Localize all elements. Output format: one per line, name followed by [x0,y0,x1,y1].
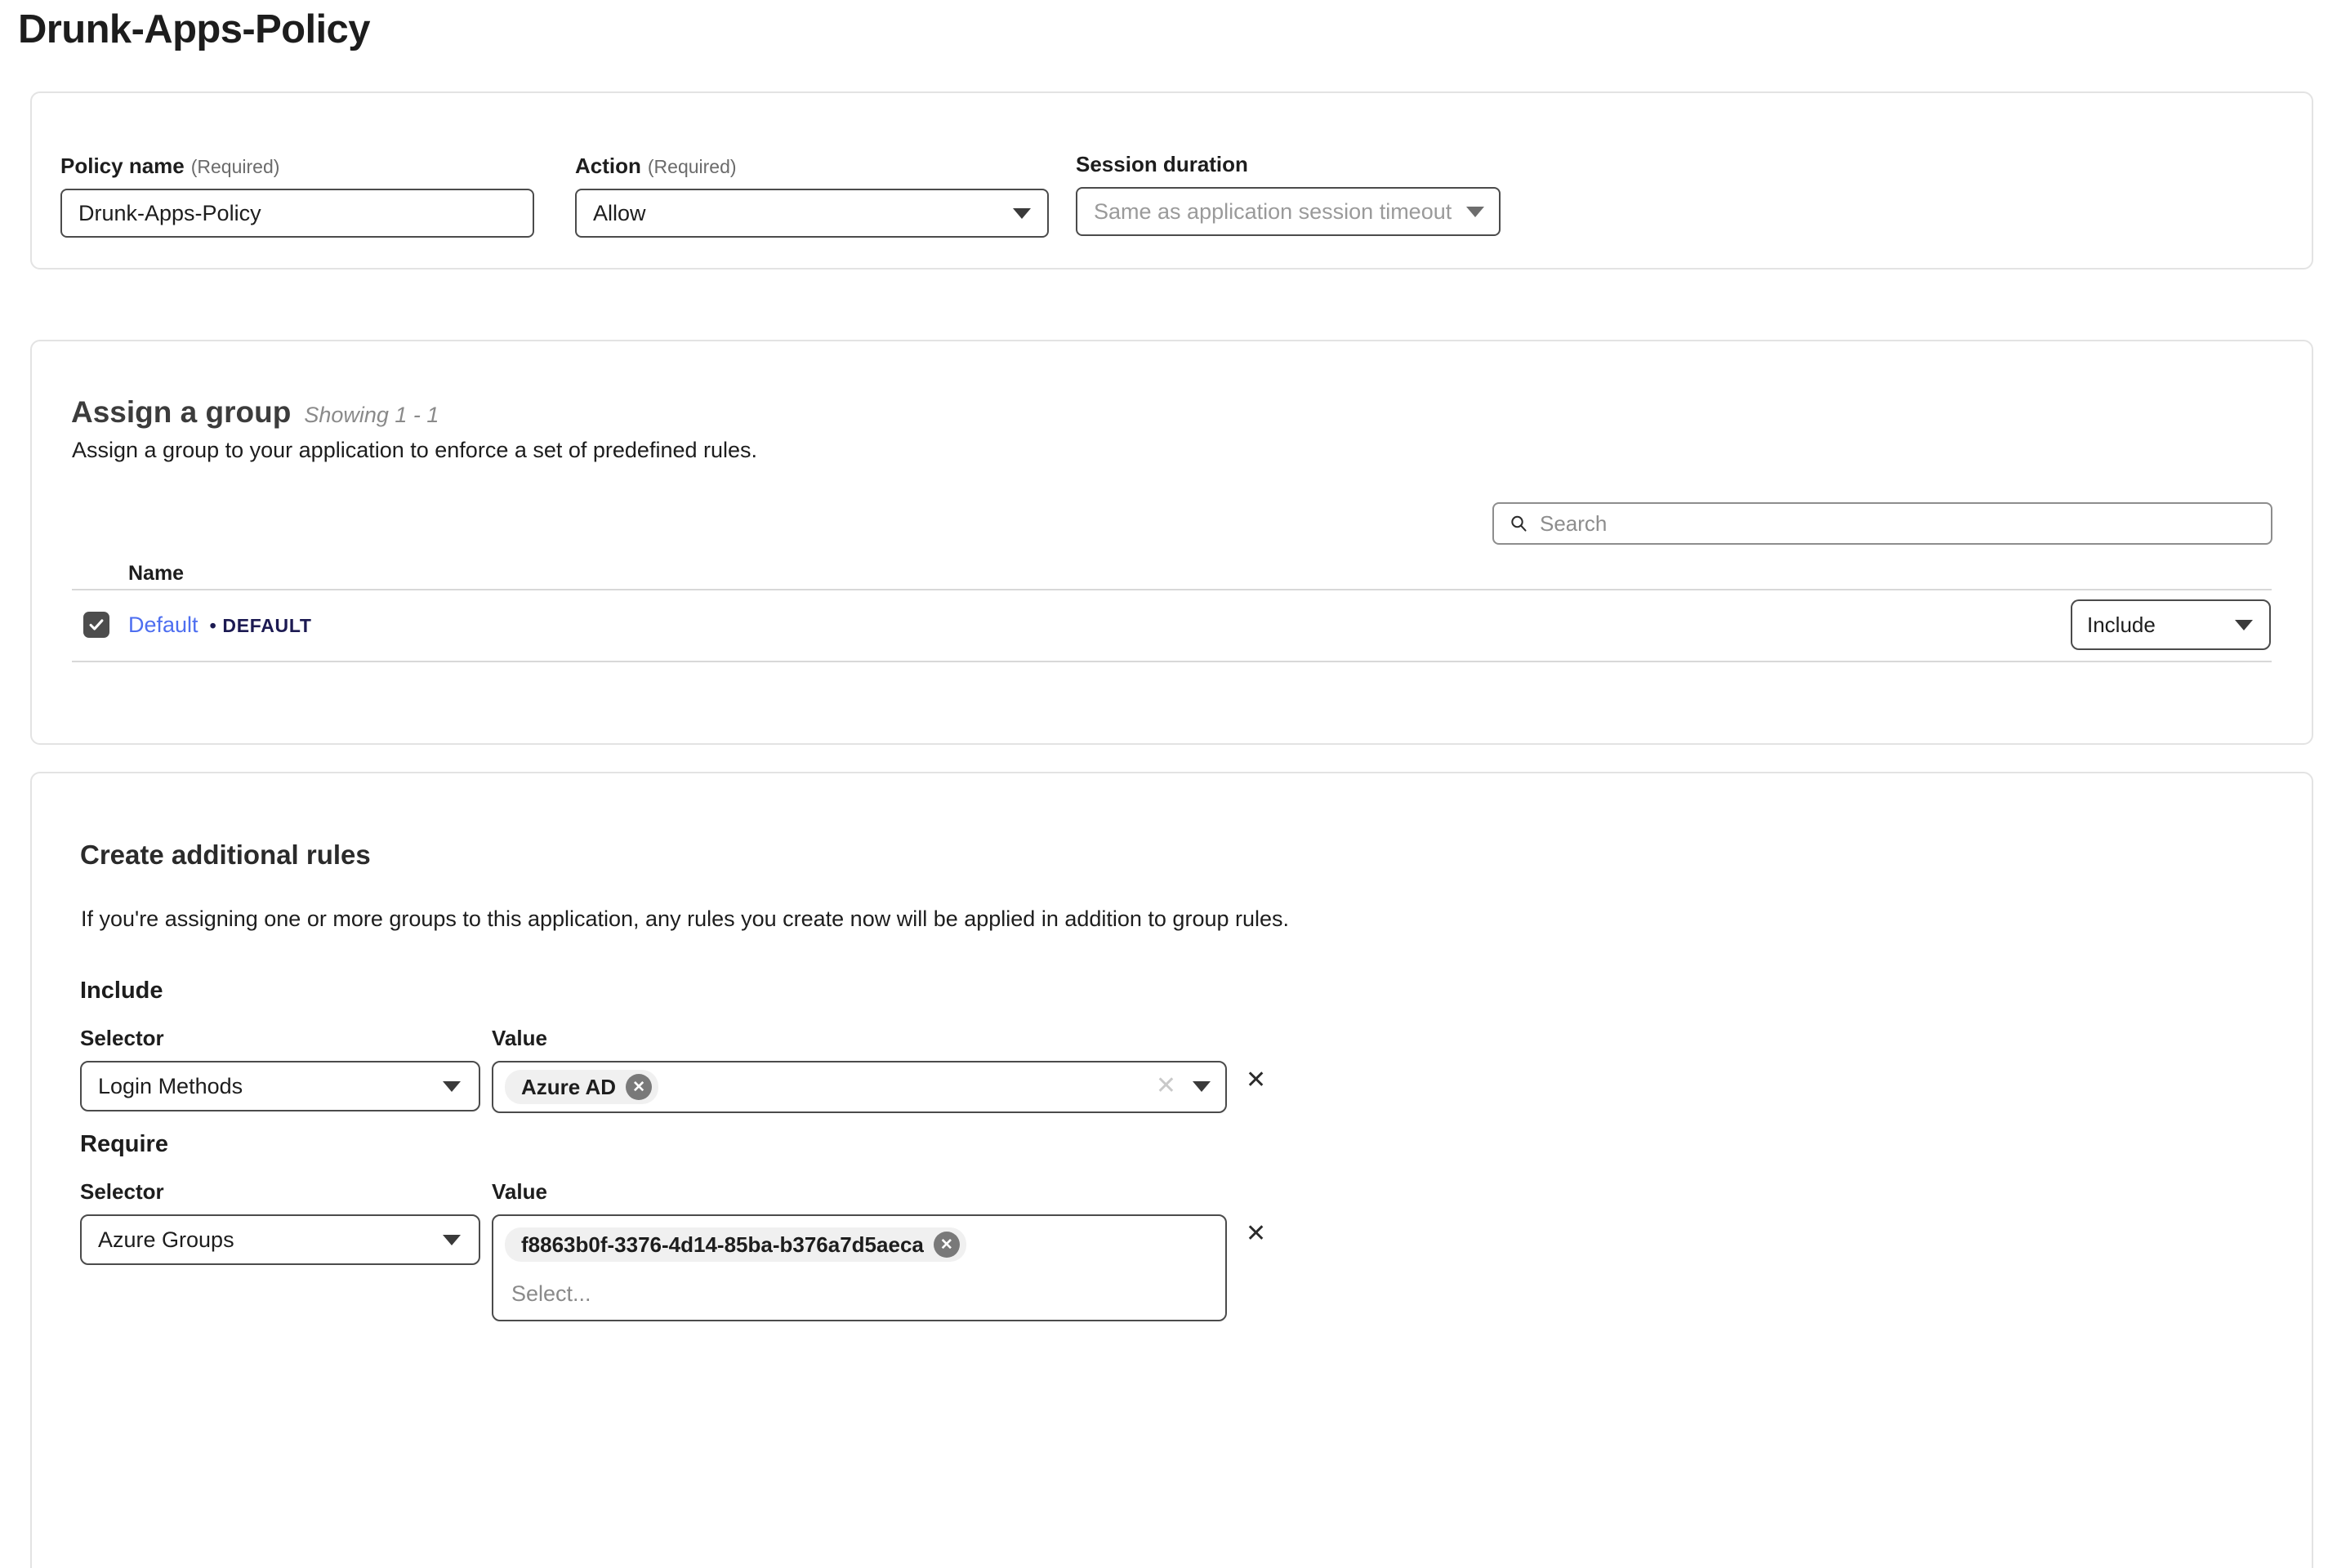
row-name-cell: Default • DEFAULT [128,612,312,638]
selector-column-require: Selector Azure Groups [80,1179,480,1265]
additional-rules-description: If you're assigning one or more groups t… [81,906,1290,931]
value-multiselect-require[interactable]: f8863b0f-3376-4d14-85ba-b376a7d5aeca ✕ S… [492,1214,1227,1321]
selector-select-require[interactable]: Azure Groups [80,1214,480,1265]
page-title: Drunk-Apps-Policy [18,7,370,51]
rule-row-require: Selector Azure Groups Value f8863b0f-337… [80,1179,1266,1321]
value-multiselect-actions: ✕ [1156,1074,1211,1098]
value-multiselect-include[interactable]: Azure AD ✕ ✕ [492,1061,1227,1113]
chevron-down-icon[interactable] [1193,1080,1211,1092]
action-select[interactable]: Allow [575,189,1049,238]
action-field: Action (Required) Allow [575,154,1049,238]
action-label-text: Action [575,154,641,178]
rule-heading-include: Include [80,978,163,1004]
search-input[interactable]: Search [1492,502,2272,545]
table-row: Default • DEFAULT Include [72,589,2272,661]
session-duration-label: Session duration [1076,152,1248,176]
selector-select-include[interactable]: Login Methods [80,1061,480,1111]
selector-value-require: Azure Groups [98,1227,234,1252]
remove-rule-button-require[interactable]: ✕ [1246,1222,1266,1246]
assign-group-title: Assign a group [71,395,292,429]
rule-group-require: Require Selector Azure Groups Value f886… [80,1131,1266,1321]
close-icon[interactable]: ✕ [626,1074,653,1100]
remove-rule-button-include[interactable]: ✕ [1246,1068,1266,1093]
rule-heading-require: Require [80,1131,168,1157]
rule-row-include: Selector Login Methods Value Azure AD ✕ [80,1026,1266,1113]
selector-column-include: Selector Login Methods [80,1026,480,1111]
policy-name-input[interactable]: Drunk-Apps-Policy [60,189,534,238]
value-label: Value [492,1026,547,1050]
group-name-link[interactable]: Default [128,612,198,638]
action-label: Action (Required) [575,154,1049,179]
row-rule-select[interactable]: Include [2071,599,2271,650]
close-icon[interactable]: ✕ [933,1232,960,1258]
row-checkbox[interactable] [83,612,109,638]
chevron-down-icon [1466,206,1485,217]
rule-group-include: Include Selector Login Methods Value Azu… [80,978,1266,1113]
assign-group-card: Assign a group Showing 1 - 1 Assign a gr… [30,340,2313,745]
search-placeholder: Search [1540,511,1608,536]
assign-group-showing-count: Showing 1 - 1 [304,403,439,427]
value-chip: f8863b0f-3376-4d14-85ba-b376a7d5aeca ✕ [505,1227,966,1262]
assign-group-header: Assign a group Showing 1 - 1 [71,395,439,430]
value-chip-label: Azure AD [521,1074,617,1099]
policy-basics-card: Policy name (Required) Drunk-Apps-Policy … [30,91,2313,270]
selector-label: Selector [80,1179,164,1204]
row-rule-select-value: Include [2087,612,2156,637]
policy-editor-page: Drunk-Apps-Policy Policy name (Required) … [0,0,2328,1568]
value-label: Value [492,1179,547,1204]
value-column-include: Value Azure AD ✕ ✕ [492,1026,1227,1113]
chevron-down-icon [2235,620,2253,630]
session-duration-select[interactable]: Same as application session timeout [1076,187,1501,236]
table-column-header-name: Name [128,562,185,585]
clear-icon[interactable]: ✕ [1156,1074,1176,1098]
selector-value-include: Login Methods [98,1073,243,1098]
chevron-down-icon [443,1235,461,1245]
additional-rules-title: Create additional rules [80,840,371,870]
assign-group-description: Assign a group to your application to en… [72,438,758,462]
search-icon [1509,514,1528,533]
policy-name-required-note: (Required) [190,156,280,177]
value-column-require: Value f8863b0f-3376-4d14-85ba-b376a7d5ae… [492,1179,1227,1321]
value-chip-label: f8863b0f-3376-4d14-85ba-b376a7d5aeca [521,1232,924,1257]
additional-rules-card: Create additional rules If you're assign… [30,772,2313,1568]
action-required-note: (Required) [647,156,737,177]
table-divider-bottom [72,661,2272,662]
status-badge: • DEFAULT [209,614,312,636]
action-select-value: Allow [593,200,646,225]
value-chip: Azure AD ✕ [505,1070,659,1104]
chevron-down-icon [1013,208,1031,219]
session-duration-value: Same as application session timeout [1094,198,1452,224]
chevron-down-icon [443,1081,461,1092]
value-search-input-require[interactable]: Select... [505,1281,591,1307]
selector-label: Selector [80,1026,164,1050]
session-duration-field: Session duration Same as application ses… [1076,152,1501,236]
policy-name-label: Policy name (Required) [60,154,534,179]
policy-name-label-text: Policy name [60,154,185,178]
policy-name-field: Policy name (Required) Drunk-Apps-Policy [60,154,534,238]
